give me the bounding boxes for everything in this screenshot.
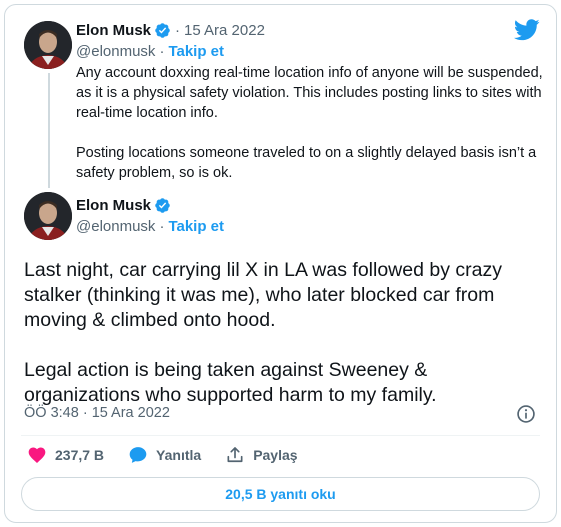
verified-badge-icon	[155, 23, 170, 38]
heart-icon	[28, 447, 46, 463]
main-follow-link[interactable]: Takip et	[168, 218, 224, 235]
separator-dot: ·	[159, 218, 165, 235]
quoted-follow-link[interactable]: Takip et	[168, 43, 224, 60]
separator-dot: ·	[159, 43, 165, 60]
tweet-card: Elon Musk · 15 Ara 2022 @elonmusk · Taki…	[4, 4, 557, 523]
divider	[21, 435, 540, 436]
verified-badge-icon	[155, 198, 170, 213]
quoted-name-row: Elon Musk · 15 Ara 2022	[76, 22, 265, 39]
main-avatar[interactable]	[24, 192, 72, 240]
quoted-handle[interactable]: @elonmusk	[76, 43, 155, 60]
speech-bubble-icon	[129, 447, 147, 463]
read-replies-button[interactable]: 20,5 B yanıtı oku	[21, 477, 540, 511]
reply-action-button[interactable]: Yanıtla	[128, 445, 201, 465]
share-icon	[227, 447, 243, 463]
info-icon[interactable]	[516, 404, 536, 424]
quoted-display-name[interactable]: Elon Musk	[76, 22, 151, 39]
reply-label: Yanıtla	[156, 447, 202, 463]
quoted-date[interactable]: 15 Ara 2022	[184, 22, 265, 39]
main-name-row: Elon Musk	[76, 197, 171, 214]
quoted-handle-row: @elonmusk · Takip et	[76, 43, 224, 60]
like-count: 237,7 B	[55, 447, 105, 463]
action-bar: 237,7 B Yanıtla Paylaş	[27, 445, 322, 465]
main-tweet-text: Last night, car carrying lil X in LA was…	[24, 259, 502, 406]
quoted-tweet-text: Any account doxxing real-time location i…	[76, 65, 543, 181]
main-handle[interactable]: @elonmusk	[76, 218, 155, 235]
tweet-timestamp[interactable]: ÖÖ 3:48 · 15 Ara 2022	[24, 405, 170, 421]
share-button[interactable]: Paylaş	[225, 445, 298, 465]
thread-connector-line	[48, 73, 50, 188]
twitter-bird-icon[interactable]	[514, 19, 540, 41]
quoted-avatar[interactable]	[24, 21, 72, 69]
like-button[interactable]: 237,7 B	[27, 445, 104, 465]
main-handle-row: @elonmusk · Takip et	[76, 218, 224, 235]
separator-dot: ·	[175, 22, 181, 39]
main-display-name[interactable]: Elon Musk	[76, 197, 151, 214]
share-label: Paylaş	[253, 447, 298, 463]
